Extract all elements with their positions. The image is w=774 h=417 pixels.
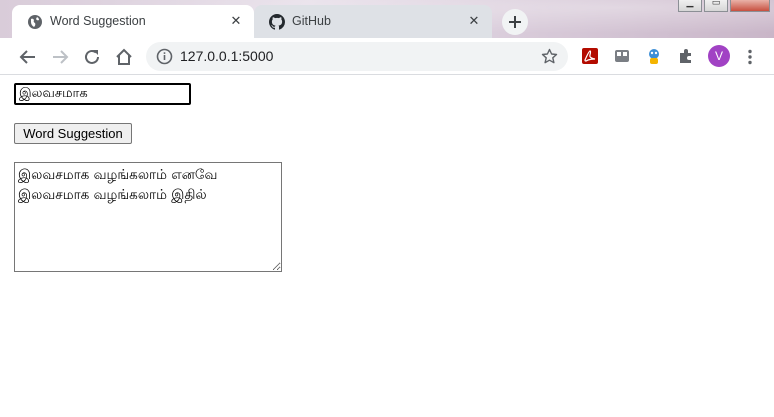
maximize-button[interactable]: ▭: [704, 0, 728, 12]
reload-icon[interactable]: [82, 47, 102, 67]
word-suggestion-button[interactable]: Word Suggestion: [14, 123, 132, 144]
close-icon[interactable]: ✕: [466, 14, 482, 30]
browser-toolbar: 127.0.0.1:5000 V: [0, 38, 774, 75]
star-icon[interactable]: [541, 48, 558, 65]
profile-avatar[interactable]: V: [708, 45, 730, 67]
window-controls: ▁ ▭: [676, 0, 770, 14]
window-close-button[interactable]: [730, 0, 770, 12]
extension-avatar-icon[interactable]: [645, 47, 663, 65]
suggestion-output-textarea[interactable]: இலவசமாக வழங்கலாம் எனவே இலவசமாக வழங்கலாம்…: [14, 162, 282, 272]
tab-word-suggestion[interactable]: Word Suggestion ✕: [12, 5, 254, 38]
acrobat-icon[interactable]: [581, 47, 599, 65]
tab-github[interactable]: GitHub ✕: [254, 5, 492, 38]
info-icon[interactable]: [156, 48, 173, 65]
browser-window: Word Suggestion ✕ GitHub ✕ ▁ ▭ 127.0.0.1…: [0, 0, 774, 417]
new-tab-button[interactable]: [502, 9, 528, 35]
forward-arrow-icon[interactable]: [50, 47, 70, 67]
back-arrow-icon[interactable]: [18, 47, 38, 67]
globe-icon: [27, 14, 43, 30]
more-menu-icon[interactable]: [740, 47, 760, 67]
minimize-button[interactable]: ▁: [678, 0, 702, 12]
word-input[interactable]: [14, 83, 191, 105]
tab-title: Word Suggestion: [50, 14, 146, 28]
url-text[interactable]: 127.0.0.1:5000: [180, 48, 273, 64]
page-content: Word Suggestion இலவசமாக வழங்கலாம் எனவே இ…: [0, 75, 774, 417]
plus-icon: [509, 16, 521, 28]
home-icon[interactable]: [114, 47, 134, 67]
close-icon[interactable]: ✕: [228, 14, 244, 30]
github-icon: [269, 14, 285, 30]
puzzle-icon[interactable]: [677, 47, 695, 65]
address-bar[interactable]: 127.0.0.1:5000: [146, 42, 568, 71]
tab-title: GitHub: [292, 14, 331, 28]
tab-strip: Word Suggestion ✕ GitHub ✕ ▁ ▭: [0, 0, 774, 38]
media-icon[interactable]: [613, 47, 631, 65]
